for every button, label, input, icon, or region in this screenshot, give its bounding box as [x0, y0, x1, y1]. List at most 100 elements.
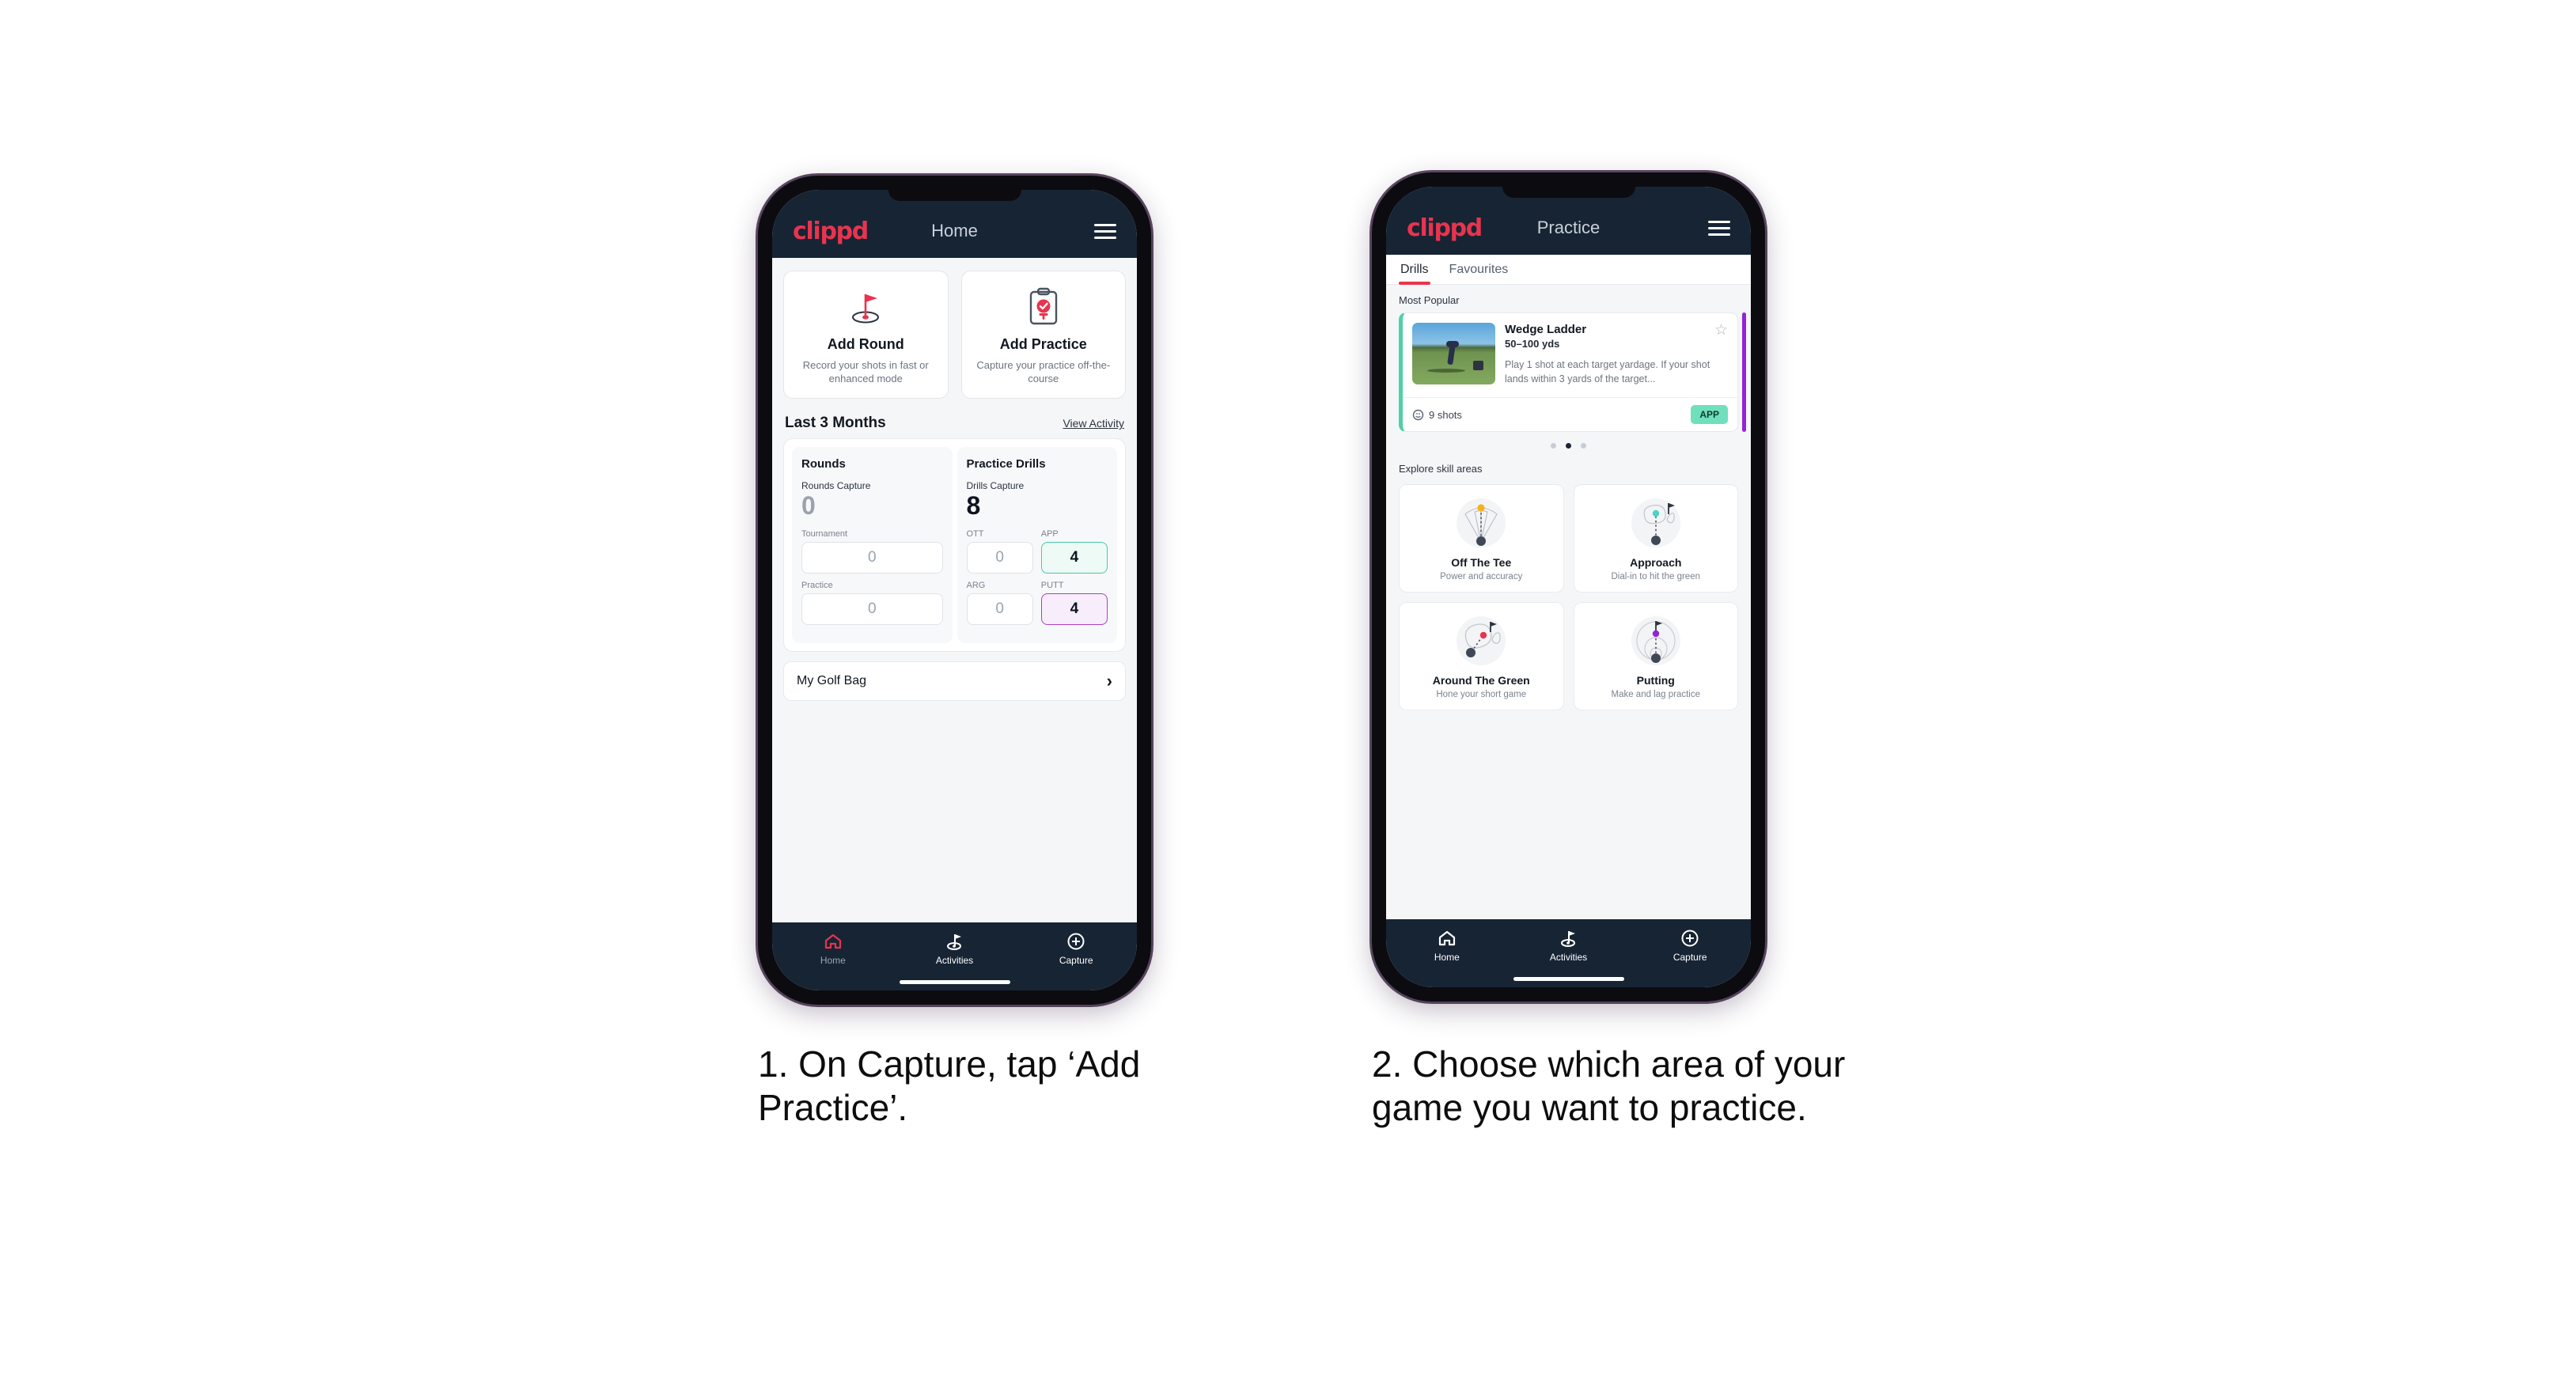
ott-field: OTT 0 [966, 528, 1033, 581]
carousel-dot[interactable] [1581, 443, 1586, 449]
app-field: APP 4 [1040, 528, 1108, 581]
add-practice-title: Add Practice [999, 336, 1087, 352]
nav-item-capture[interactable]: Capture [1629, 929, 1751, 963]
most-popular-label: Most Popular [1399, 294, 1460, 306]
golf-flag-icon [1560, 931, 1575, 947]
rounds-capture-label: Rounds Capture [801, 480, 871, 492]
carousel-dot[interactable] [1551, 443, 1556, 449]
hamburger-icon[interactable] [1708, 220, 1730, 236]
skill-card-off-the-tee[interactable]: Off The Tee Power and accuracy [1399, 484, 1564, 593]
app-label: APP [1040, 528, 1059, 539]
phone2-content: Most Popular Wedge Ladder 50–100 yds ☆ P… [1386, 285, 1751, 919]
hamburger-icon[interactable] [1094, 223, 1116, 239]
approach-icon [1581, 496, 1732, 550]
skill-areas-grid: Off The Tee Power and accuracy Approach … [1386, 481, 1751, 718]
drills-fields-row1: OTT 0 APP 4 [966, 528, 1108, 581]
nav-item-home[interactable]: Home [1386, 929, 1508, 963]
skill-title: Off The Tee [1451, 556, 1512, 569]
skill-card-putting[interactable]: Putting Make and lag practice [1573, 602, 1738, 710]
skill-subtitle: Power and accuracy [1440, 572, 1523, 581]
plus-circle-icon [1067, 933, 1085, 950]
clippd-logo: clippd [793, 217, 869, 245]
home-indicator [1513, 977, 1624, 981]
drill-shots: 9 shots [1412, 409, 1462, 421]
practice-drills-column: Practice Drills Drills Capture 8 OTT 0 A… [957, 447, 1117, 643]
clipboard-check-tee-icon [970, 286, 1118, 328]
add-round-tile[interactable]: Add Round Record your shots in fast or e… [783, 271, 949, 400]
tournament-label: Tournament [801, 528, 848, 539]
drills-capture-label: Drills Capture [966, 480, 1025, 492]
drill-card-footer: 9 shots APP [1403, 397, 1737, 431]
phone-mockup-practice: clippd Practice Drills Favourites Most P… [1372, 172, 1765, 1002]
clock-icon [1412, 409, 1424, 420]
add-practice-subtitle: Capture your practice off-the-course [976, 359, 1111, 385]
carousel-dot-active[interactable] [1566, 443, 1571, 449]
skill-subtitle: Hone your short game [1436, 690, 1527, 699]
drill-card-wedge-ladder[interactable]: Wedge Ladder 50–100 yds ☆ Play 1 shot at… [1399, 312, 1738, 432]
caption-step-2: 2. Choose which area of your game you wa… [1372, 1043, 1846, 1129]
phone2-screen: clippd Practice Drills Favourites Most P… [1386, 187, 1751, 987]
clippd-logo: clippd [1407, 214, 1483, 242]
arg-field: ARG 0 [966, 580, 1033, 632]
drill-title-row: Wedge Ladder 50–100 yds ☆ [1505, 323, 1728, 350]
putt-field: PUTT 4 [1040, 580, 1108, 632]
nav-item-capture[interactable]: Capture [1015, 932, 1137, 966]
next-card-accent-bar [1742, 312, 1746, 432]
skill-card-approach[interactable]: Approach Dial-in to hit the green [1573, 484, 1738, 593]
nav-label-capture: Capture [1673, 952, 1707, 963]
tournament-value[interactable]: 0 [801, 541, 943, 574]
putt-value[interactable]: 4 [1040, 593, 1108, 625]
drill-category-badge: APP [1691, 405, 1728, 424]
arg-value[interactable]: 0 [966, 593, 1033, 625]
drill-description: Play 1 shot at each target yardage. If y… [1505, 359, 1710, 384]
practice-label: Practice [801, 580, 833, 590]
star-outline-icon[interactable]: ☆ [1714, 323, 1728, 338]
stats-card: Rounds Rounds Capture 0 Tournament 0 Pra… [783, 438, 1126, 652]
phone1-screen: clippd Home Add Round Record your shots … [772, 190, 1137, 990]
drill-card-body: Wedge Ladder 50–100 yds ☆ Play 1 shot at… [1403, 313, 1737, 397]
rounds-fields: Tournament 0 Practice 0 [801, 529, 943, 632]
home-indicator [899, 980, 1010, 984]
golf-flag-hole-icon [792, 286, 940, 328]
phone1-content: Add Round Record your shots in fast or e… [772, 258, 1137, 922]
skill-card-around-the-green[interactable]: Around The Green Hone your short game [1399, 602, 1564, 710]
tutorial-screenshot: clippd Home Add Round Record your shots … [0, 0, 2576, 1386]
tab-drills[interactable]: Drills [1399, 263, 1430, 285]
tab-favourites[interactable]: Favourites [1449, 263, 1509, 284]
ott-label: OTT [966, 528, 984, 539]
caption-step-1: 1. On Capture, tap ‘Add Practice’. [758, 1043, 1141, 1129]
arg-label: ARG [966, 580, 986, 590]
off-the-tee-icon [1406, 496, 1557, 550]
drill-thumbnail [1412, 323, 1495, 384]
practice-value[interactable]: 0 [801, 593, 943, 625]
my-golf-bag-row[interactable]: My Golf Bag › [783, 661, 1126, 701]
putt-label: PUTT [1040, 580, 1064, 590]
phone2-notch [1502, 187, 1635, 198]
drill-details: Wedge Ladder 50–100 yds ☆ Play 1 shot at… [1505, 323, 1728, 386]
skill-title: Approach [1630, 556, 1682, 569]
my-golf-bag-label: My Golf Bag [797, 673, 867, 687]
home-icon [824, 933, 841, 949]
nav-item-home[interactable]: Home [772, 932, 894, 966]
plus-circle-icon [1681, 930, 1699, 947]
rounds-heading: Rounds [801, 457, 846, 471]
nav-label-home: Home [820, 955, 846, 966]
phone-mockup-home: clippd Home Add Round Record your shots … [758, 176, 1151, 1005]
view-activity-link[interactable]: View Activity [1063, 417, 1124, 430]
skill-title: Around The Green [1432, 674, 1530, 687]
add-round-title: Add Round [827, 336, 904, 352]
drill-shots-label: 9 shots [1429, 408, 1462, 421]
nav-label-home: Home [1434, 952, 1460, 963]
practice-drills-heading: Practice Drills [966, 457, 1046, 471]
add-practice-tile[interactable]: Add Practice Capture your practice off-t… [960, 271, 1126, 400]
rounds-column: Rounds Rounds Capture 0 Tournament 0 Pra… [792, 447, 953, 643]
ott-value[interactable]: 0 [966, 541, 1033, 574]
skill-title: Putting [1636, 674, 1675, 687]
app-value[interactable]: 4 [1040, 541, 1108, 574]
rounds-capture-value: 0 [801, 491, 816, 521]
drills-capture-value: 8 [966, 491, 981, 521]
drill-range: 50–100 yds [1505, 338, 1560, 350]
nav-item-activities[interactable]: Activities [894, 932, 1016, 966]
drills-fields-row2: ARG 0 PUTT 4 [966, 580, 1108, 632]
nav-item-activities[interactable]: Activities [1508, 929, 1630, 963]
